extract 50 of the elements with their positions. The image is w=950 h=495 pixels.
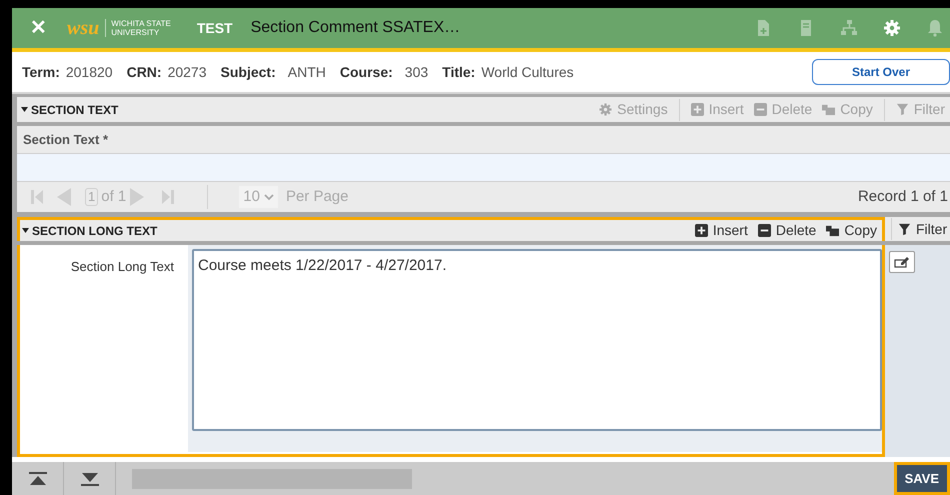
environment-label: TEST	[196, 18, 233, 38]
field-label: Subject:	[220, 62, 276, 82]
chevron-down-icon	[264, 194, 274, 200]
minus-icon	[754, 103, 767, 116]
copy-icon	[822, 103, 836, 116]
logo-text: WICHITA STATE	[111, 19, 171, 28]
last-page-icon[interactable]	[162, 189, 174, 205]
filter-icon	[898, 222, 911, 236]
page-title: Section Comment SSATEX…	[250, 18, 460, 38]
field-label: Term:	[22, 62, 60, 82]
save-button[interactable]: SAVE	[894, 462, 950, 495]
minus-icon	[758, 224, 771, 237]
page-count: of 1	[101, 186, 126, 207]
field-label: Course:	[340, 62, 393, 82]
field-value: 20273	[168, 62, 207, 82]
field-label: Title:	[442, 62, 476, 82]
section-title[interactable]: SECTION TEXT	[31, 100, 118, 118]
edit-icon	[894, 256, 910, 268]
field-value: 303	[404, 62, 428, 82]
edit-button[interactable]	[889, 251, 915, 273]
long-text-field[interactable]: Course meets 1/22/2017 - 4/27/2017.	[192, 249, 882, 431]
plus-icon	[694, 224, 708, 237]
toolbar-button[interactable]: Filter	[898, 218, 948, 240]
filter-icon	[896, 103, 909, 116]
scroll-top-icon	[28, 472, 46, 486]
toolbar-button[interactable]: Delete	[752, 220, 822, 241]
scroll-bottom-icon	[80, 472, 98, 486]
logo-text: UNIVERSITY	[111, 28, 160, 37]
per-page-label: Per Page	[286, 186, 348, 207]
copy-icon	[826, 224, 840, 237]
field-value: ANTH	[288, 62, 326, 82]
column-header: Section Text *	[22, 130, 108, 149]
next-page-icon[interactable]	[130, 188, 144, 206]
section-title[interactable]: SECTION LONG TEXT	[32, 222, 158, 240]
logo-mark: wsu	[67, 18, 100, 38]
start-over-button[interactable]: Start Over	[812, 59, 950, 85]
previous-page-icon[interactable]	[57, 188, 71, 206]
field-label: CRN:	[126, 62, 162, 82]
field-value: 201820	[66, 62, 113, 82]
field-label: Section Long Text	[70, 258, 175, 276]
field-value: World Cultures	[481, 62, 574, 82]
caret-icon	[21, 107, 28, 112]
toolbar-button[interactable]: Copy	[821, 220, 882, 241]
settings-icon	[599, 103, 612, 116]
record-count: Record 1 of 1	[858, 186, 949, 207]
first-page-icon[interactable]	[31, 189, 43, 205]
toolbar-button[interactable]: Insert	[690, 220, 753, 241]
table-row[interactable]	[17, 154, 950, 182]
plus-icon	[690, 103, 704, 116]
caret-icon	[22, 228, 29, 233]
